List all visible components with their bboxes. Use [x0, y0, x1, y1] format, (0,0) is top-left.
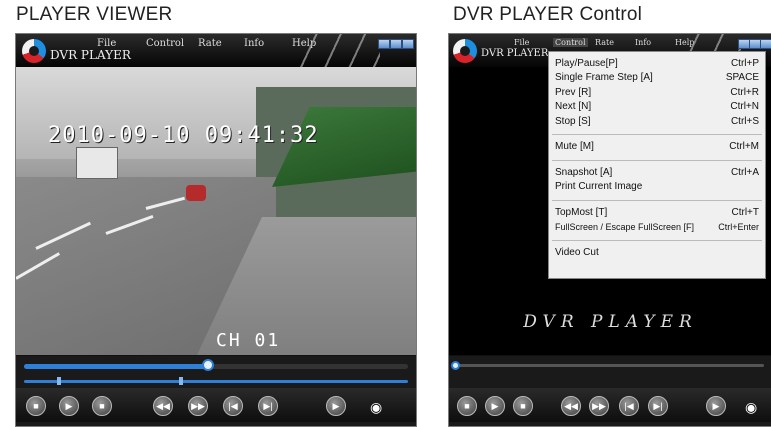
menu-item-shortcut: Ctrl+P — [730, 58, 759, 69]
menu-item-video-cut[interactable]: Video Cut — [555, 247, 759, 259]
channel-label: CH 01 — [216, 330, 281, 351]
camera-icon[interactable]: ◉ — [745, 399, 757, 416]
menu-item-shortcut: Ctrl+Enter — [718, 222, 759, 232]
prev-icon[interactable]: |◀ — [223, 396, 243, 416]
rewind-icon[interactable]: ◀◀ — [561, 396, 581, 416]
app-title: DVR PLAYER — [481, 48, 549, 59]
app-logo-icon — [22, 39, 46, 63]
menu-item-play-pause[interactable]: Play/Pause[P] Ctrl+P — [555, 58, 759, 70]
menu-item-shortcut: Ctrl+A — [730, 167, 759, 178]
menu-info[interactable]: Info — [635, 38, 651, 47]
progress-slider[interactable] — [24, 359, 408, 371]
app-title: DVR PLAYER — [50, 48, 131, 62]
slider-tick — [179, 377, 184, 385]
menu-item-label: FullScreen / Escape FullScreen [F] — [555, 222, 695, 232]
menu-item-snapshot[interactable]: Snapshot [A] Ctrl+A — [555, 167, 759, 179]
menu-item-fullscreen[interactable]: FullScreen / Escape FullScreen [F] Ctrl+E… — [555, 222, 759, 234]
pause-icon[interactable]: ■ — [513, 396, 533, 416]
right-caption: DVR PLAYER Control — [453, 4, 643, 25]
menu-info[interactable]: Info — [244, 38, 264, 49]
camera-icon[interactable]: ◉ — [370, 399, 382, 416]
video-truck — [76, 147, 118, 179]
menu-item-shortcut: Ctrl+T — [731, 207, 760, 218]
menu-item-print-current-image[interactable]: Print Current Image — [555, 181, 759, 193]
progress-fill — [24, 364, 209, 369]
title-bar: DVR PLAYER File Control Rate Info Help — [16, 34, 416, 67]
dvr-control-window: DVR PLAYER File Control Rate Info Help D… — [448, 33, 771, 427]
menu-item-label: Next [N] — [555, 101, 592, 112]
menu-rate[interactable]: Rate — [198, 38, 222, 49]
control-panel: ■ ▶ ■ ◀◀ ▶▶ |◀ ▶| ▶ ◉ — [16, 356, 416, 426]
menu-item-label: Snapshot [A] — [555, 167, 613, 178]
video-scooter — [186, 185, 206, 201]
menu-control[interactable]: Control — [146, 38, 184, 49]
menu-item-mute[interactable]: Mute [M] Ctrl+M — [555, 141, 759, 153]
menu-file[interactable]: File — [97, 38, 116, 49]
menu-item-label: Video Cut — [555, 247, 599, 258]
button-row: ■ ▶ ■ ◀◀ ▶▶ |◀ ▶| ▶ ◉ — [16, 388, 416, 422]
progress-knob[interactable] — [451, 361, 460, 370]
video-frame: 2010-09-10 09:41:32 CH 01 — [16, 67, 416, 355]
fast-forward-icon[interactable]: ▶▶ — [589, 396, 609, 416]
next-icon[interactable]: ▶| — [648, 396, 668, 416]
left-caption: PLAYER VIEWER — [16, 4, 173, 25]
rewind-icon[interactable]: ◀◀ — [153, 396, 173, 416]
play-icon[interactable]: ▶ — [59, 396, 79, 416]
menu-control[interactable]: Control — [553, 38, 588, 47]
progress-knob[interactable] — [202, 359, 215, 371]
menu-item-shortcut: Ctrl+S — [730, 116, 759, 127]
menu-separator — [552, 240, 762, 241]
progress-slider[interactable] — [451, 361, 764, 370]
step-icon[interactable]: ▶ — [326, 396, 346, 416]
menu-item-prev[interactable]: Prev [R] Ctrl+R — [555, 87, 759, 99]
menu-item-label: TopMost [T] — [555, 207, 608, 218]
close-button[interactable] — [402, 39, 414, 49]
menu-item-label: Prev [R] — [555, 87, 592, 98]
player-viewer-window: DVR PLAYER File Control Rate Info Help 2… — [15, 33, 417, 427]
close-button[interactable] — [760, 39, 771, 49]
stop-icon[interactable]: ■ — [26, 396, 46, 416]
menu-separator — [552, 200, 762, 201]
stop-icon[interactable]: ■ — [457, 396, 477, 416]
pause-icon[interactable]: ■ — [92, 396, 112, 416]
control-panel: ■ ▶ ■ ◀◀ ▶▶ |◀ ▶| ▶ ◉ — [449, 356, 771, 426]
menu-item-label: Stop [S] — [555, 116, 591, 127]
menu-item-label: Single Frame Step [A] — [555, 72, 653, 83]
menu-item-label: Print Current Image — [555, 181, 643, 192]
menu-separator — [552, 134, 762, 135]
volume-slider[interactable] — [24, 377, 408, 385]
menu-item-shortcut: Ctrl+R — [730, 87, 759, 98]
button-row: ■ ▶ ■ ◀◀ ▶▶ |◀ ▶| ▶ ◉ — [449, 388, 771, 422]
video-timestamp: 2010-09-10 09:41:32 — [48, 123, 319, 148]
app-logo-icon — [453, 39, 477, 63]
fast-forward-icon[interactable]: ▶▶ — [188, 396, 208, 416]
menu-rate[interactable]: Rate — [595, 38, 614, 47]
step-icon[interactable]: ▶ — [706, 396, 726, 416]
menu-item-stop[interactable]: Stop [S] Ctrl+S — [555, 116, 759, 128]
menu-item-shortcut: Ctrl+N — [730, 101, 759, 112]
minimize-button[interactable] — [378, 39, 390, 49]
next-icon[interactable]: ▶| — [258, 396, 278, 416]
menu-item-label: Play/Pause[P] — [555, 58, 618, 69]
menu-item-shortcut: Ctrl+M — [729, 141, 759, 152]
slider-tick — [56, 377, 61, 385]
dvr-logo-text: DVR PLAYER — [523, 312, 698, 332]
prev-icon[interactable]: |◀ — [619, 396, 639, 416]
menu-item-topmost[interactable]: TopMost [T] Ctrl+T — [555, 207, 759, 219]
menu-file[interactable]: File — [514, 38, 529, 47]
maximize-button[interactable] — [390, 39, 402, 49]
menu-separator — [552, 160, 762, 161]
control-menu-dropdown: Play/Pause[P] Ctrl+P Single Frame Step [A… — [548, 51, 766, 279]
menu-item-next[interactable]: Next [N] Ctrl+N — [555, 101, 759, 113]
play-icon[interactable]: ▶ — [485, 396, 505, 416]
menu-item-single-frame-step[interactable]: Single Frame Step [A] SPACE — [555, 72, 759, 84]
menu-item-shortcut: SPACE — [725, 72, 759, 83]
title-decoration — [300, 34, 380, 67]
menu-item-label: Mute [M] — [555, 141, 594, 152]
